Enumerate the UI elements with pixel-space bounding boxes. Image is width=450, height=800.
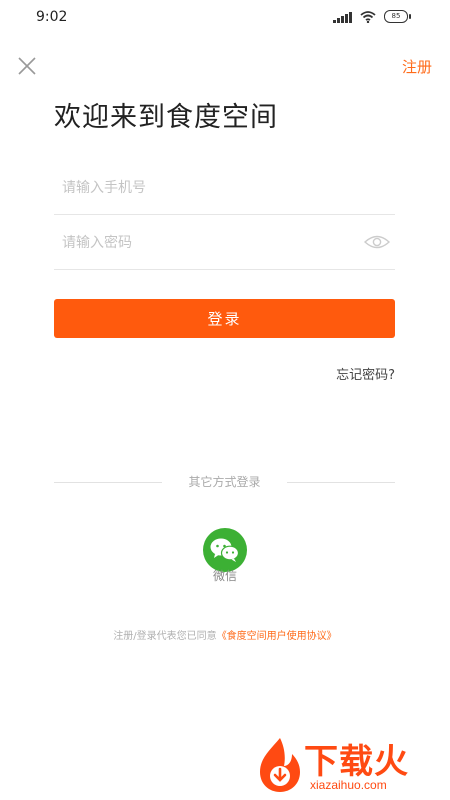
status-time: 9:02 xyxy=(36,9,68,25)
watermark: 下载火 xiazaihuo.com xyxy=(252,736,442,796)
password-input[interactable] xyxy=(60,229,354,257)
watermark-title: 下载火 xyxy=(304,742,409,782)
close-button[interactable] xyxy=(16,55,38,77)
phone-field-row xyxy=(54,160,395,215)
login-button[interactable]: 登录 xyxy=(54,299,395,338)
eye-icon[interactable] xyxy=(363,233,391,251)
password-field-row xyxy=(54,215,395,270)
wifi-icon xyxy=(360,10,376,23)
phone-input[interactable] xyxy=(60,174,354,202)
signal-icon xyxy=(333,11,352,23)
page-title: 欢迎来到食度空间 xyxy=(54,102,278,133)
divider-line-right xyxy=(287,482,395,483)
agreement-link[interactable]: 《食度空间用户使用协议》 xyxy=(217,631,337,642)
close-icon xyxy=(18,57,36,75)
wechat-label: 微信 xyxy=(212,569,237,583)
flame-logo-icon xyxy=(260,738,300,792)
other-login-divider: 其它方式登录 xyxy=(54,473,395,493)
register-link[interactable]: 注册 xyxy=(402,56,432,77)
agreement-prefix: 注册/登录代表您已同意 xyxy=(113,631,217,642)
forgot-password-link[interactable]: 忘记密码? xyxy=(336,364,395,383)
watermark-url: xiazaihuo.com xyxy=(310,778,387,792)
wechat-login-button[interactable] xyxy=(203,528,247,572)
agreement-text: 注册/登录代表您已同意《食度空间用户使用协议》 xyxy=(0,627,450,642)
status-bar: 9:02 85 xyxy=(0,0,450,34)
battery-icon: 85 xyxy=(384,10,411,23)
wechat-icon xyxy=(210,538,240,562)
status-icons: 85 xyxy=(333,10,411,23)
